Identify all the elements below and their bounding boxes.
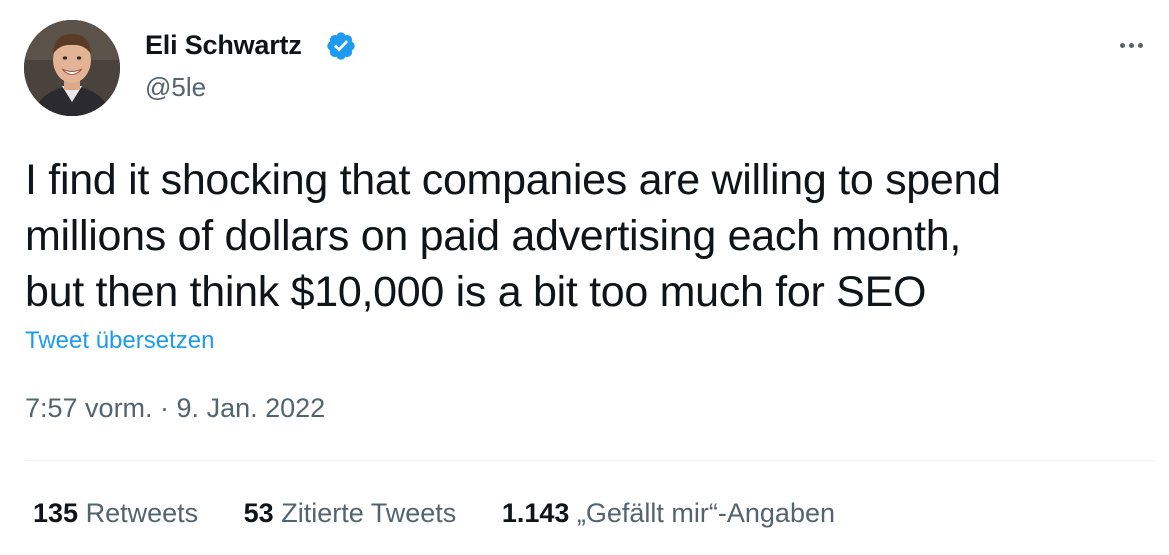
retweets-count: 135 xyxy=(33,498,79,528)
verified-badge-icon xyxy=(327,32,355,60)
tweet-text-line: I find it shocking that companies are wi… xyxy=(25,156,1001,204)
more-options-button[interactable] xyxy=(1111,30,1151,60)
tweet-card: Eli Schwartz @5le I find it shocking tha… xyxy=(0,0,1169,555)
avatar[interactable] xyxy=(24,20,120,116)
translate-tweet-link[interactable]: Tweet übersetzen xyxy=(25,327,214,355)
retweets-label: Retweets xyxy=(85,498,199,528)
author-handle[interactable]: @5le xyxy=(145,72,206,103)
quotes-label: Zitierte Tweets xyxy=(281,498,457,528)
author-display-name[interactable]: Eli Schwartz xyxy=(145,30,302,61)
more-options-icon xyxy=(1137,42,1143,48)
tweet-text: I find it shocking that companies are wi… xyxy=(25,152,1155,320)
quotes-count: 53 xyxy=(243,498,274,528)
quotes-stat[interactable]: 53 Zitierte Tweets xyxy=(244,498,457,529)
likes-stat[interactable]: 1.143 „Gefällt mir“-Angaben xyxy=(502,498,835,529)
engagement-stats: 135 Retweets 53 Zitierte Tweets 1.143 „G… xyxy=(33,498,873,529)
likes-label: „Gefällt mir“-Angaben xyxy=(576,498,836,528)
tweet-timestamp[interactable]: 7:57 vorm. · 9. Jan. 2022 xyxy=(25,393,325,424)
tweet-text-line: but then think $10,000 is a bit too much… xyxy=(25,268,927,316)
tweet-text-line: millions of dollars on paid advertising … xyxy=(25,212,961,260)
more-options-icon xyxy=(1128,42,1134,48)
retweets-stat[interactable]: 135 Retweets xyxy=(33,498,198,529)
divider xyxy=(25,460,1156,461)
likes-count: 1.143 xyxy=(501,498,570,528)
more-options-icon xyxy=(1119,42,1125,48)
